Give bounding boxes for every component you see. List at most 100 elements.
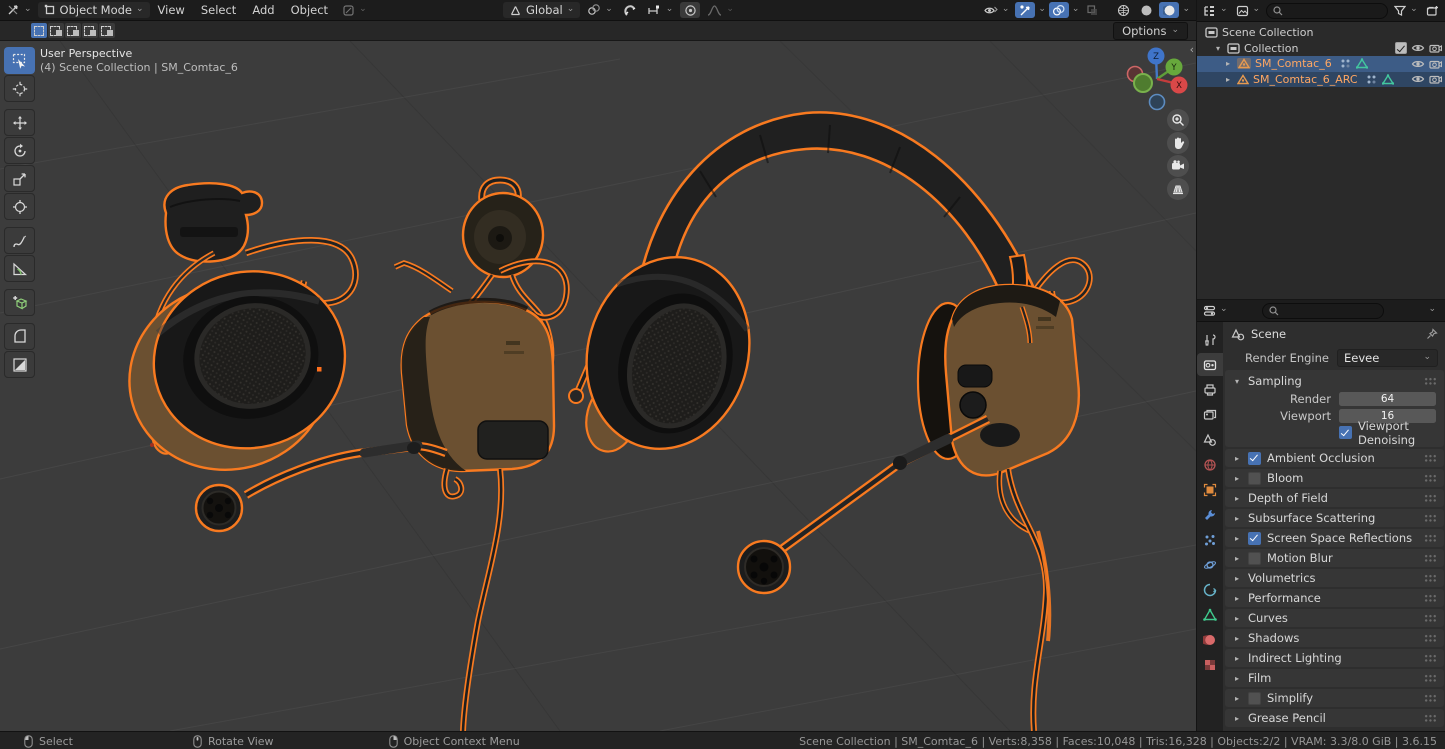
ambient-occlusion-checkbox[interactable]: [1248, 452, 1261, 465]
drag-handle[interactable]: [1424, 594, 1437, 602]
tool-rotate[interactable]: [4, 137, 35, 164]
panel-motion-blur[interactable]: ▸ Motion Blur: [1225, 549, 1444, 567]
panel-ambient-occlusion[interactable]: ▸ Ambient Occlusion: [1225, 449, 1444, 467]
properties-editor-type-button[interactable]: ⌄: [1201, 302, 1230, 320]
tool-add-cube[interactable]: [4, 289, 35, 316]
panel-curves[interactable]: ▸ Curves: [1225, 609, 1444, 627]
drag-handle[interactable]: [1424, 694, 1437, 702]
drag-handle[interactable]: [1424, 514, 1437, 522]
navigation-gizmo[interactable]: Z Y X: [1118, 41, 1196, 119]
menu-select[interactable]: Select: [193, 3, 244, 17]
headset-object-left[interactable]: [108, 183, 368, 490]
panel-depth-of-field[interactable]: ▸ Depth of Field: [1225, 489, 1444, 507]
overlays-toggle[interactable]: [1049, 2, 1069, 18]
disable-render-camera-icon[interactable]: [1429, 74, 1442, 84]
bloom-checkbox[interactable]: [1248, 472, 1261, 485]
axis-neg-y[interactable]: [1134, 74, 1152, 92]
tool-cursor[interactable]: [4, 75, 35, 102]
disable-render-camera-icon[interactable]: [1429, 59, 1442, 69]
hide-eye-icon[interactable]: [1411, 59, 1425, 69]
drag-handle[interactable]: [1424, 377, 1437, 385]
panel-performance[interactable]: ▸ Performance: [1225, 589, 1444, 607]
pin-icon[interactable]: [1426, 328, 1438, 340]
drag-handle[interactable]: [1424, 574, 1437, 582]
tab-modifiers[interactable]: [1197, 503, 1223, 526]
sidebar-toggle[interactable]: ‹: [1190, 43, 1194, 56]
panel-simplify[interactable]: ▸ Simplify: [1225, 689, 1444, 707]
panel-subsurface-scattering[interactable]: ▸ Subsurface Scattering: [1225, 509, 1444, 527]
xray-toggle[interactable]: [1082, 2, 1102, 18]
properties-options-dropdown[interactable]: ⌄: [1428, 305, 1436, 314]
tool-options-dropdown[interactable]: ⌄: [336, 1, 373, 19]
shading-material-button[interactable]: [1159, 2, 1179, 18]
camera-view-button[interactable]: [1167, 155, 1189, 177]
tab-view-layer[interactable]: [1197, 403, 1223, 426]
tab-physics[interactable]: [1197, 553, 1223, 576]
outliner-row-sm-comtac-6[interactable]: ▸ SM_Comtac_6: [1197, 56, 1445, 72]
simplify-checkbox[interactable]: [1248, 692, 1261, 705]
orientation-dropdown[interactable]: Global ⌄: [503, 2, 580, 18]
panel-volumetrics[interactable]: ▸ Volumetrics: [1225, 569, 1444, 587]
tab-scene[interactable]: [1197, 428, 1223, 451]
select-mode-extend[interactable]: [48, 23, 64, 38]
ssr-checkbox[interactable]: [1248, 532, 1261, 545]
options-dropdown[interactable]: Options ⌄: [1113, 22, 1188, 40]
pan-button[interactable]: [1167, 132, 1189, 154]
falloff-dropdown[interactable]: ⌄: [704, 1, 737, 19]
tool-measure[interactable]: [4, 255, 35, 282]
new-collection-button[interactable]: [1424, 3, 1442, 19]
ortho-toggle-button[interactable]: [1167, 178, 1189, 200]
outliner-editor-type-button[interactable]: ⌄: [1201, 2, 1230, 20]
drag-handle[interactable]: [1424, 474, 1437, 482]
proportional-edit-toggle[interactable]: [680, 2, 700, 18]
drag-handle[interactable]: [1424, 674, 1437, 682]
select-mode-subtract[interactable]: [65, 23, 81, 38]
panel-screen-space-reflections[interactable]: ▸ Screen Space Reflections: [1225, 529, 1444, 547]
tab-output[interactable]: [1197, 378, 1223, 401]
sampling-panel-header[interactable]: ▾ Sampling: [1225, 372, 1444, 390]
drag-handle[interactable]: [1424, 714, 1437, 722]
outliner-filter-dropdown[interactable]: ⌄: [1392, 2, 1420, 20]
panel-film[interactable]: ▸ Film: [1225, 669, 1444, 687]
outliner-row-scene-collection[interactable]: Scene Collection: [1197, 25, 1445, 41]
expand-arrow[interactable]: ▾: [1213, 44, 1223, 53]
mode-dropdown[interactable]: Object Mode ⌄: [38, 2, 150, 18]
tool-annotate[interactable]: [4, 227, 35, 254]
tool-scale[interactable]: [4, 165, 35, 192]
3d-viewport[interactable]: User Perspective (4) Scene Collection | …: [0, 41, 1196, 731]
drag-handle[interactable]: [1424, 634, 1437, 642]
tab-world[interactable]: [1197, 453, 1223, 476]
expand-arrow[interactable]: ▸: [1223, 59, 1233, 68]
select-mode-set[interactable]: [31, 23, 47, 38]
tab-material[interactable]: [1197, 628, 1223, 651]
tab-render[interactable]: [1197, 353, 1223, 376]
shading-wireframe-button[interactable]: [1113, 2, 1133, 18]
drag-handle[interactable]: [1424, 534, 1437, 542]
panel-bloom[interactable]: ▸ Bloom: [1225, 469, 1444, 487]
zoom-button[interactable]: [1167, 109, 1189, 131]
outliner-row-collection[interactable]: ▾ Collection: [1197, 41, 1445, 57]
outliner-row-sm-comtac-6-arc[interactable]: ▸ SM_Comtac_6_ARC: [1197, 72, 1445, 88]
tool-select-box[interactable]: [4, 47, 35, 74]
select-mode-invert[interactable]: [82, 23, 98, 38]
drag-handle[interactable]: [1424, 494, 1437, 502]
tool-extra-2[interactable]: [4, 351, 35, 378]
gizmos-toggle[interactable]: [1015, 2, 1035, 18]
viewport-denoising-checkbox[interactable]: [1339, 426, 1352, 439]
drag-handle[interactable]: [1424, 454, 1437, 462]
pivot-dropdown[interactable]: ⌄: [584, 1, 616, 19]
menu-add[interactable]: Add: [244, 3, 282, 17]
tab-object[interactable]: [1197, 478, 1223, 501]
render-engine-dropdown[interactable]: Eevee ⌄: [1337, 349, 1438, 367]
panel-shadows[interactable]: ▸ Shadows: [1225, 629, 1444, 647]
editor-type-button[interactable]: ⌄: [0, 1, 38, 19]
tab-texture[interactable]: [1197, 653, 1223, 676]
panel-indirect-lighting[interactable]: ▸ Indirect Lighting: [1225, 649, 1444, 667]
visibility-dropdown[interactable]: ⌄: [980, 1, 1013, 19]
tool-extra-1[interactable]: [4, 323, 35, 350]
drag-handle[interactable]: [1424, 614, 1437, 622]
headset-object-right[interactable]: [564, 112, 1089, 731]
menu-view[interactable]: View: [150, 3, 193, 17]
hide-eye-icon[interactable]: [1411, 74, 1425, 84]
drag-handle[interactable]: [1424, 654, 1437, 662]
